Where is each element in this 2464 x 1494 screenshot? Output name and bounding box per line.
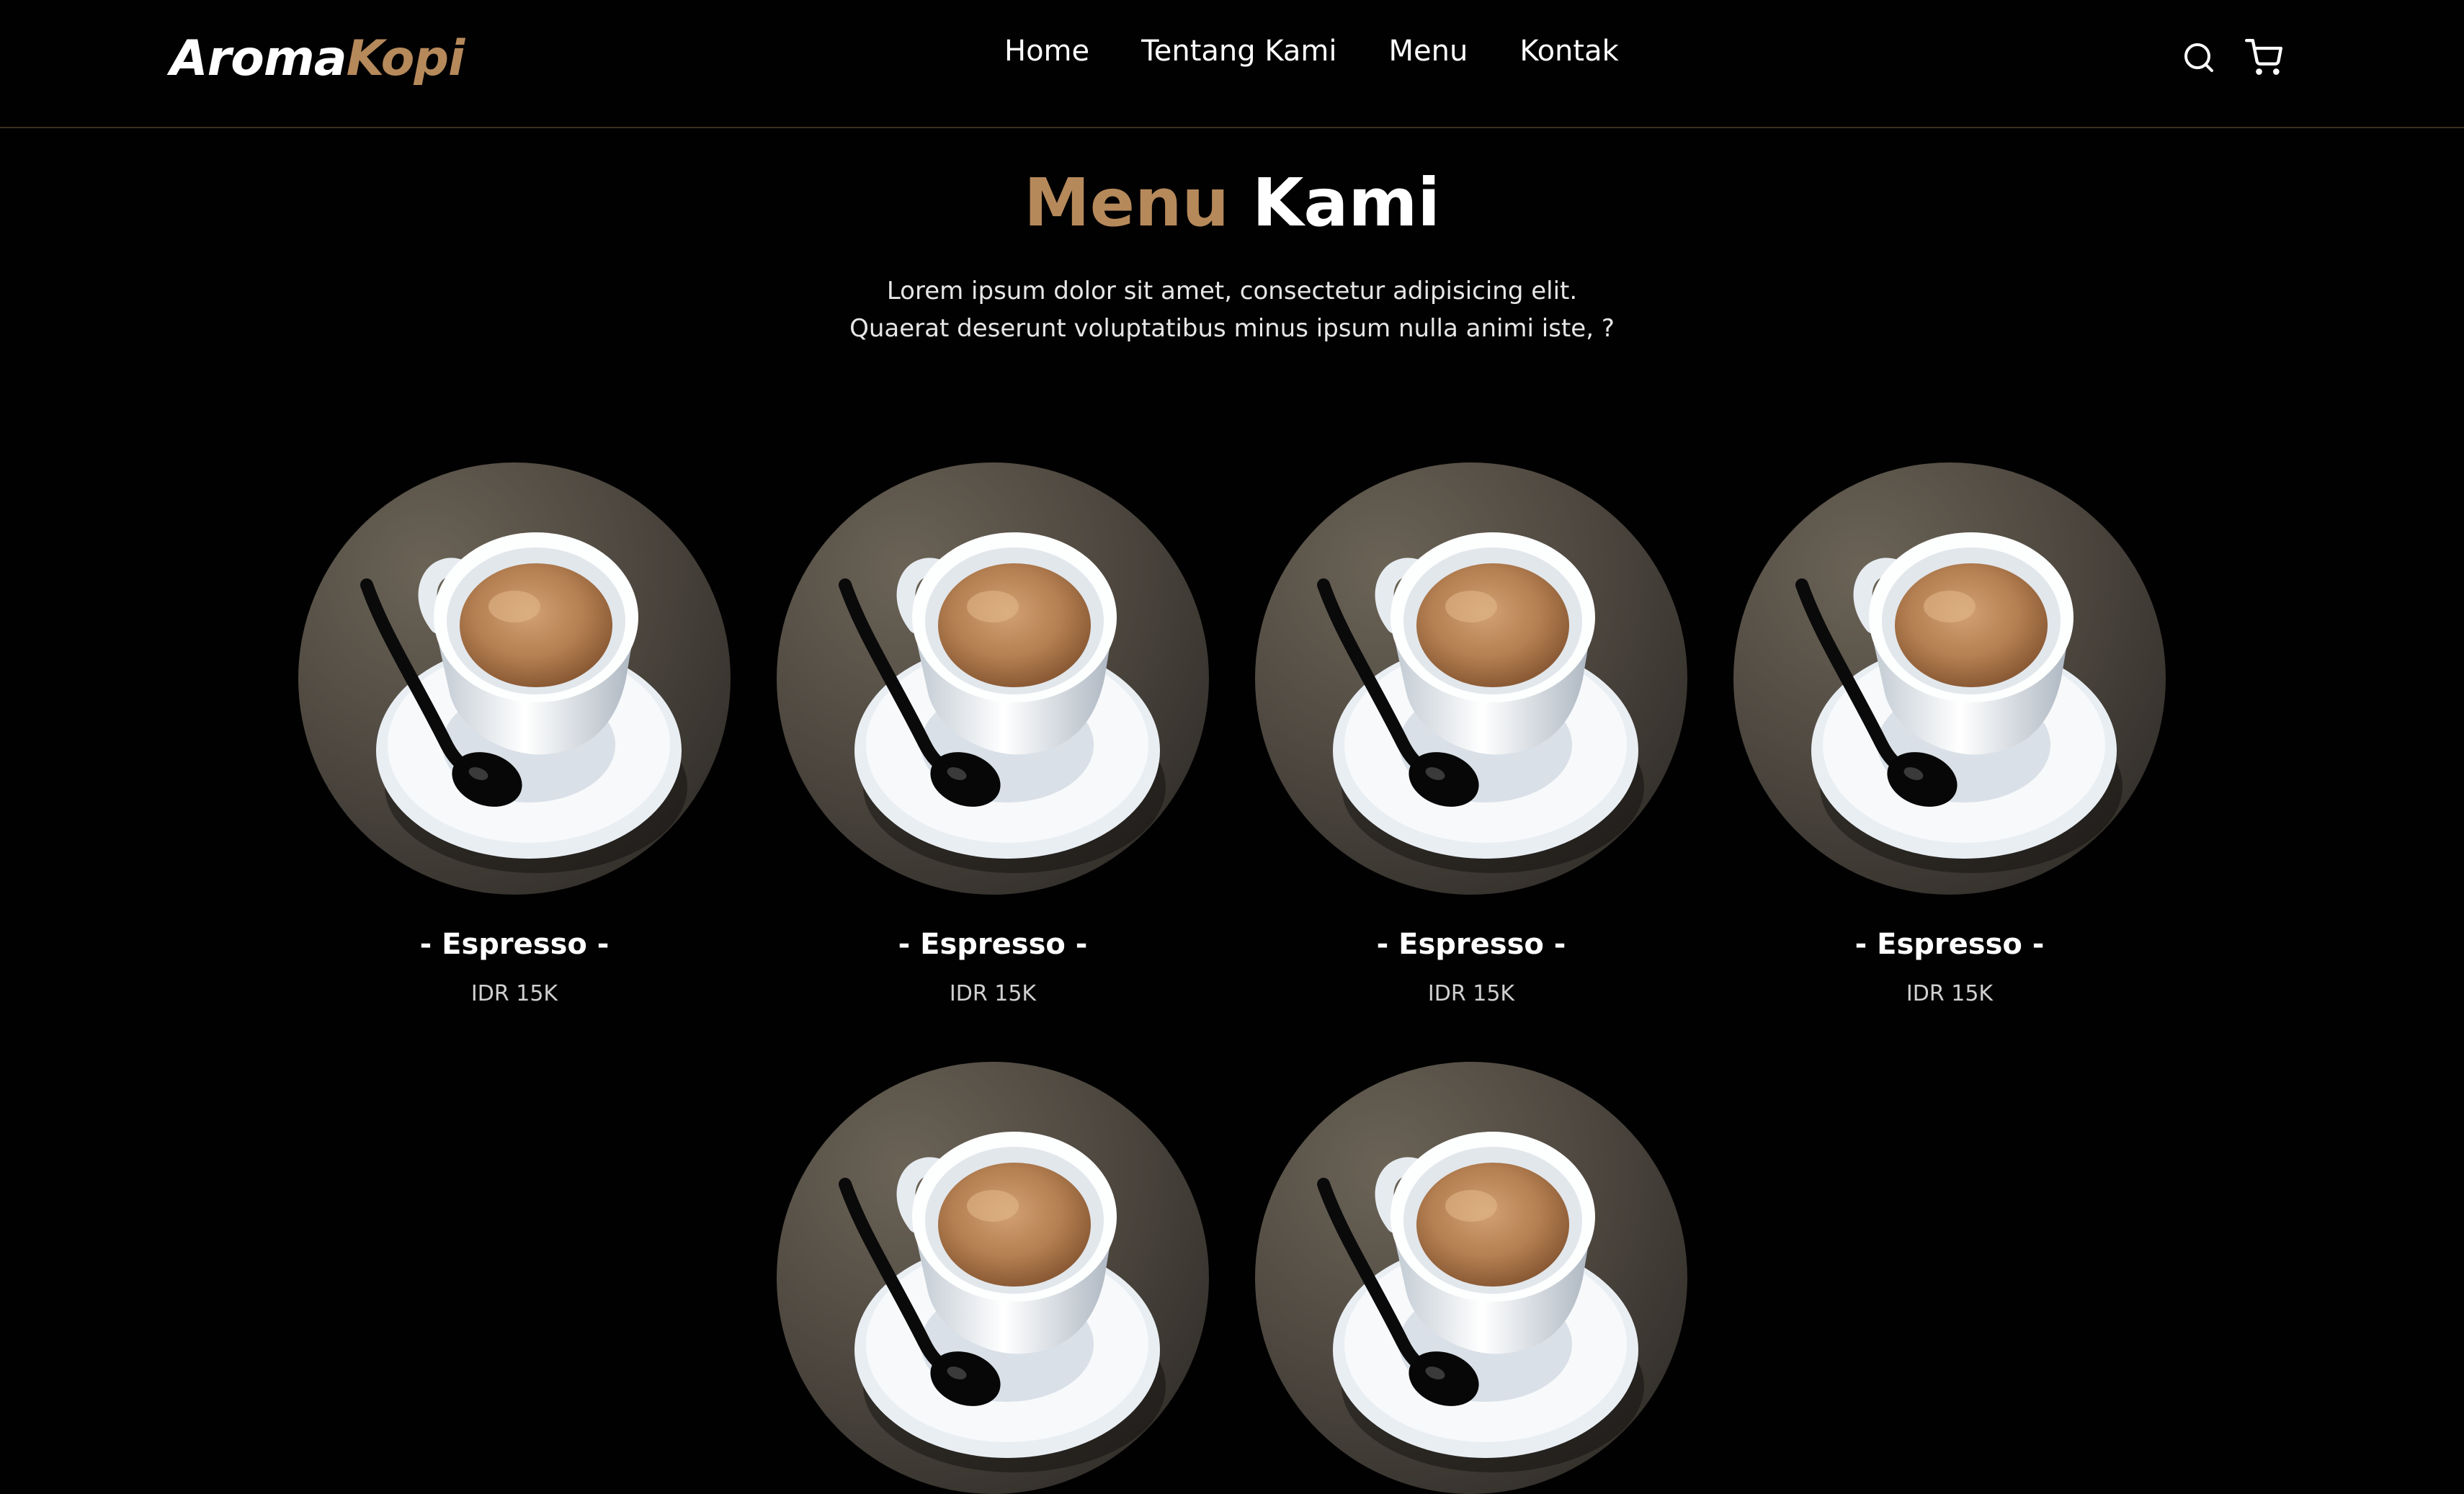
espresso-cup-illustration xyxy=(839,532,1166,873)
search-icon xyxy=(2184,43,2213,72)
espresso-cup-illustration xyxy=(839,1132,1166,1472)
section-description-line2: Quaerat deserunt voluptatibus minus ipsu… xyxy=(849,314,1615,343)
section-title-rest: Kami xyxy=(1252,164,1440,241)
menu-card-image xyxy=(1733,462,2166,895)
espresso-cup-illustration xyxy=(1795,532,2122,873)
nav-link-home[interactable]: Home xyxy=(1004,35,1089,68)
brand-logo[interactable]: AromaKopi xyxy=(170,30,465,87)
menu-card-image xyxy=(298,462,731,895)
nav-link-menu[interactable]: Menu xyxy=(1389,35,1468,68)
menu-card-price: IDR 15K xyxy=(1427,981,1515,1006)
menu-card[interactable] xyxy=(1255,1062,1687,1494)
espresso-cup-illustration xyxy=(1317,1132,1644,1472)
cart-icon xyxy=(2245,39,2282,75)
nav-link-tentang-kami[interactable]: Tentang Kami xyxy=(1141,35,1336,68)
navbar: AromaKopi Home Tentang Kami Menu Kontak xyxy=(0,0,2464,128)
menu-card[interactable]: - Espresso - IDR 15K xyxy=(298,462,731,1006)
menu-card-name: - Espresso - xyxy=(419,928,610,961)
menu-card-image xyxy=(1255,462,1687,895)
menu-card[interactable] xyxy=(777,1062,1209,1494)
menu-card-image xyxy=(777,1062,1209,1494)
menu-card[interactable]: - Espresso - IDR 15K xyxy=(1255,462,1687,1006)
section-description: Lorem ipsum dolor sit amet, consectetur … xyxy=(0,272,2464,347)
espresso-cup-illustration xyxy=(1317,532,1644,873)
brand-logo-part2: Kopi xyxy=(346,30,465,87)
menu-card[interactable]: - Espresso - IDR 15K xyxy=(1733,462,2166,1006)
menu-card-price: IDR 15K xyxy=(949,981,1037,1006)
section-description-line1: Lorem ipsum dolor sit amet, consectetur … xyxy=(886,277,1578,305)
nav-icons xyxy=(2179,37,2284,78)
espresso-cup-illustration xyxy=(360,532,687,873)
menu-card-image xyxy=(1255,1062,1687,1494)
menu-card[interactable]: - Espresso - IDR 15K xyxy=(777,462,1209,1006)
search-button[interactable] xyxy=(2179,37,2219,78)
menu-card-name: - Espresso - xyxy=(1376,928,1566,961)
cart-button[interactable] xyxy=(2244,37,2284,78)
nav-link-kontak[interactable]: Kontak xyxy=(1519,35,1618,68)
section-title: Menu Kami xyxy=(0,164,2464,241)
brand-logo-part1: Aroma xyxy=(170,30,347,87)
section-title-accent: Menu xyxy=(1024,164,1230,241)
menu-card-price: IDR 15K xyxy=(1906,981,1994,1006)
menu-card-name: - Espresso - xyxy=(1854,928,2045,961)
menu-card-price: IDR 15K xyxy=(470,981,558,1006)
menu-card-image xyxy=(777,462,1209,895)
menu-card-name: - Espresso - xyxy=(898,928,1088,961)
nav-links: Home Tentang Kami Menu Kontak xyxy=(1004,35,1619,68)
